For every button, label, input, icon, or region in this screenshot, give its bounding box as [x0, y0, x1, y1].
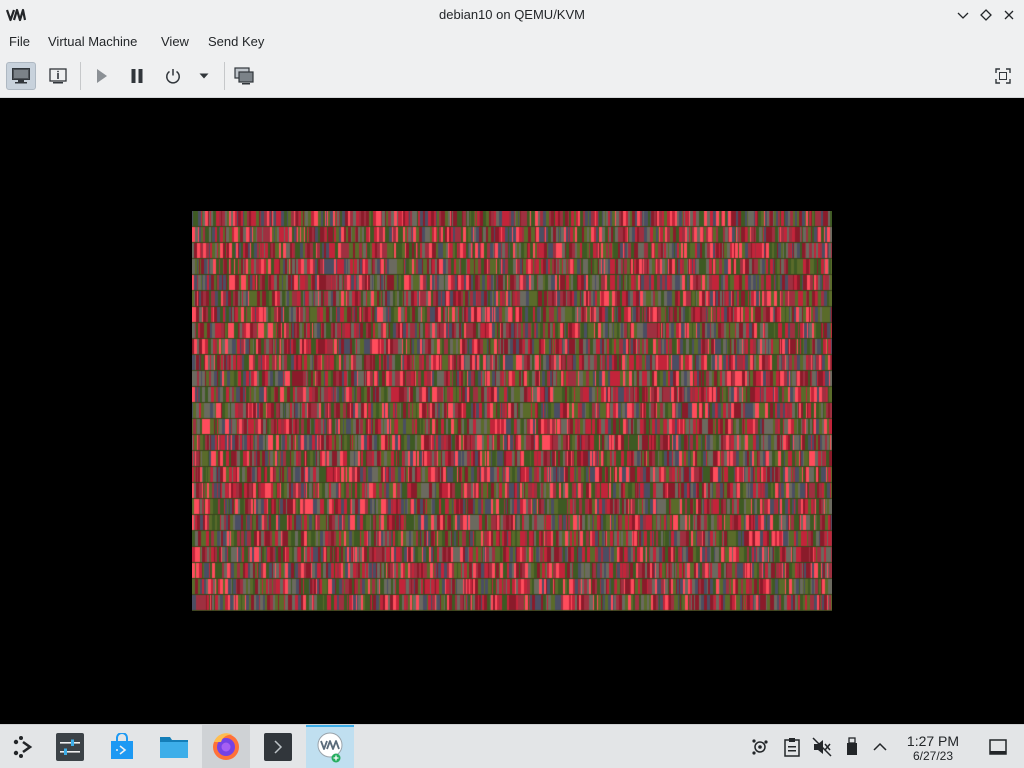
menu-send-key[interactable]: Send Key — [208, 34, 264, 49]
show-details-button[interactable] — [43, 62, 73, 90]
clock-date: 6/27/23 — [912, 749, 954, 763]
monitor-icon — [12, 68, 30, 84]
task-system-settings[interactable] — [46, 725, 94, 768]
tray-clipboard[interactable] — [782, 737, 802, 757]
clock-time: 1:27 PM — [906, 733, 960, 749]
snapshots-button[interactable] — [229, 62, 259, 90]
minimize-icon[interactable] — [955, 7, 971, 23]
menu-virtual-machine[interactable]: Virtual Machine — [48, 34, 137, 49]
tray-expand[interactable] — [870, 737, 890, 757]
shutdown-menu-button[interactable] — [190, 62, 218, 90]
menu-bar: File Virtual Machine View Send Key — [0, 30, 1024, 54]
shutdown-button[interactable] — [158, 62, 188, 90]
info-icon — [49, 68, 67, 84]
expand-tray-icon — [873, 742, 887, 751]
toolbar-separator — [224, 62, 225, 90]
virt-manager-icon — [317, 732, 343, 762]
window-title: debian10 on QEMU/KVM — [439, 7, 585, 22]
application-launcher[interactable] — [0, 725, 48, 768]
title-bar: debian10 on QEMU/KVM — [0, 0, 1024, 30]
firefox-icon — [213, 732, 239, 760]
tray-usb-device[interactable] — [842, 737, 862, 757]
vm-console[interactable] — [0, 98, 1024, 724]
menu-file[interactable]: File — [9, 34, 30, 49]
show-console-button[interactable] — [6, 62, 36, 90]
task-discover[interactable] — [98, 725, 146, 768]
tray-network[interactable] — [750, 737, 770, 757]
taskbar: 1:27 PM 6/27/23 — [0, 724, 1024, 768]
task-konsole[interactable] — [254, 725, 302, 768]
clipboard-icon — [784, 738, 800, 757]
system-settings-icon — [56, 732, 84, 761]
network-icon — [752, 739, 768, 755]
konsole-icon — [264, 732, 292, 761]
task-virt-manager[interactable] — [306, 725, 354, 768]
play-icon — [97, 69, 107, 83]
dropdown-arrow-icon — [199, 73, 209, 79]
toolbar — [0, 54, 1024, 98]
maximize-icon[interactable] — [978, 7, 994, 23]
show-desktop-icon — [989, 739, 1007, 755]
pause-button[interactable] — [122, 62, 152, 90]
guest-display[interactable] — [192, 211, 832, 611]
task-firefox[interactable] — [202, 725, 250, 768]
volume-muted-icon — [812, 737, 832, 757]
tray-volume[interactable] — [812, 737, 832, 757]
usb-device-icon — [847, 737, 857, 755]
file-manager-icon — [160, 736, 188, 758]
toolbar-separator — [80, 62, 81, 90]
fullscreen-button[interactable] — [988, 62, 1018, 90]
fullscreen-icon — [995, 68, 1011, 84]
menu-view[interactable]: View — [161, 34, 189, 49]
application-launcher-icon — [13, 735, 33, 758]
task-file-manager[interactable] — [150, 725, 198, 768]
pause-icon — [131, 69, 143, 83]
power-icon — [166, 69, 180, 84]
run-button[interactable] — [86, 62, 116, 90]
snapshots-icon — [234, 67, 254, 85]
show-desktop[interactable] — [988, 737, 1008, 757]
close-icon[interactable] — [1001, 7, 1017, 23]
discover-store-icon — [111, 732, 133, 759]
